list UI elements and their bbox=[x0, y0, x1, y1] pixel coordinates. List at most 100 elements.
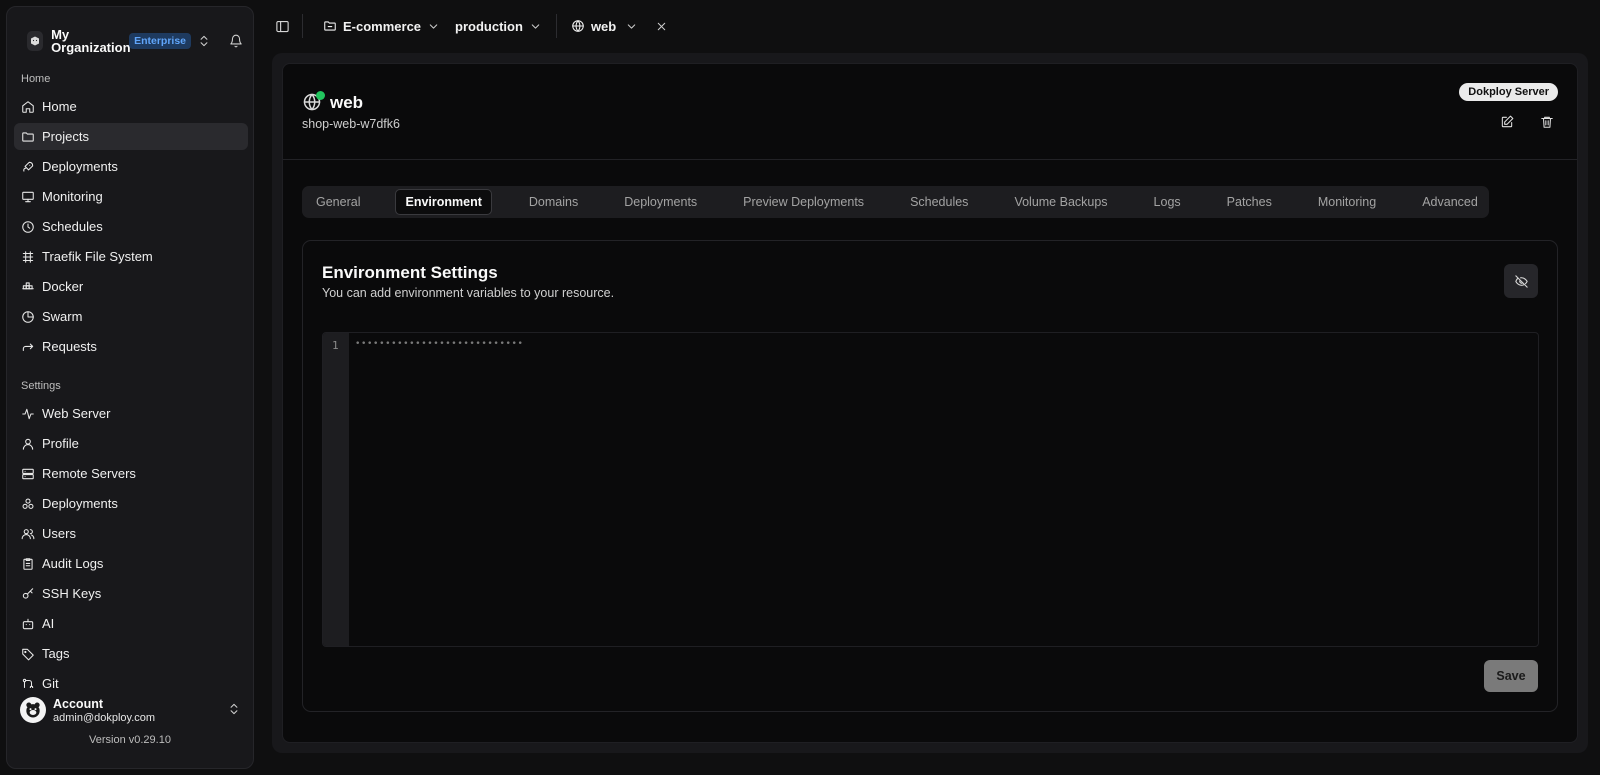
sidebar-item-docker[interactable]: Docker bbox=[14, 273, 248, 300]
sidebar-item-label: Projects bbox=[42, 129, 89, 144]
bell-icon[interactable] bbox=[229, 34, 243, 48]
traefik-icon bbox=[22, 250, 34, 263]
tag-icon bbox=[22, 648, 34, 660]
tab-domains[interactable]: Domains bbox=[520, 189, 587, 215]
line-number: 1 bbox=[332, 339, 339, 352]
status-indicator bbox=[316, 91, 325, 100]
toggle-visibility-button[interactable] bbox=[1504, 264, 1538, 298]
users-icon bbox=[21, 528, 35, 539]
tab-logs[interactable]: Logs bbox=[1145, 189, 1190, 215]
sidebar-toggle-icon[interactable] bbox=[275, 19, 290, 34]
service-header: web bbox=[302, 91, 364, 114]
sidebar-item-audit-logs[interactable]: Audit Logs bbox=[14, 550, 248, 577]
page-title: web bbox=[330, 93, 364, 112]
environment-selector[interactable]: production bbox=[455, 19, 542, 34]
sidebar-item-label: Monitoring bbox=[42, 189, 103, 204]
chevrons-up-down-icon[interactable] bbox=[227, 702, 241, 716]
sidebar-item-users[interactable]: Users bbox=[14, 520, 248, 547]
sidebar-item-label: Audit Logs bbox=[42, 556, 104, 571]
sidebar-item-label: Requests bbox=[42, 339, 97, 354]
tab-preview-deployments[interactable]: Preview Deployments bbox=[734, 189, 873, 215]
sidebar-item-label: Home bbox=[42, 99, 77, 114]
project-name: E-commerce bbox=[343, 18, 422, 34]
swarm-icon bbox=[22, 310, 34, 323]
environment-editor[interactable]: 1 •••••••••••••••••••••••••••• bbox=[322, 332, 1539, 647]
tab-general[interactable]: General bbox=[307, 189, 369, 215]
folder-icon bbox=[22, 131, 34, 142]
sidebar-item-remote-servers[interactable]: Remote Servers bbox=[14, 460, 248, 487]
chevron-down-icon bbox=[627, 23, 636, 29]
project-selector[interactable]: E-commerce bbox=[323, 19, 440, 34]
trash-icon[interactable] bbox=[1540, 115, 1554, 129]
account-email: admin@dokploy.com bbox=[53, 711, 156, 724]
home-nav: Home Projects Deployments Monitoring Sch… bbox=[14, 93, 248, 363]
service-panel: web shop-web-w7dfk6 Dokploy Server Gener… bbox=[282, 63, 1578, 743]
sidebar-item-profile[interactable]: Profile bbox=[14, 430, 248, 457]
environment-description: You can add environment variables to you… bbox=[322, 286, 615, 300]
globe-icon bbox=[302, 91, 325, 114]
sidebar-item-label: Web Server bbox=[42, 406, 111, 421]
org-switcher[interactable]: My Organization Enterprise bbox=[19, 21, 243, 61]
sidebar-item-label: Deployments bbox=[42, 496, 118, 511]
sidebar-item-projects[interactable]: Projects bbox=[14, 123, 248, 150]
main-content: web shop-web-w7dfk6 Dokploy Server Gener… bbox=[272, 53, 1588, 753]
enterprise-badge: Enterprise bbox=[129, 33, 191, 49]
masked-env-content: •••••••••••••••••••••••••••• bbox=[355, 339, 524, 349]
tab-monitoring[interactable]: Monitoring bbox=[1309, 189, 1385, 215]
server-icon bbox=[22, 468, 34, 479]
tab-deployments[interactable]: Deployments bbox=[615, 189, 706, 215]
sidebar-item-settings-deployments[interactable]: Deployments bbox=[14, 490, 248, 517]
activity-icon bbox=[22, 408, 34, 419]
chevrons-up-down-icon[interactable] bbox=[197, 34, 211, 48]
bot-icon bbox=[22, 618, 34, 629]
sidebar-item-requests[interactable]: Requests bbox=[14, 333, 248, 360]
divider bbox=[283, 159, 1577, 160]
sidebar-item-home[interactable]: Home bbox=[14, 93, 248, 120]
org-logo-icon bbox=[27, 31, 44, 51]
sidebar-item-label: Swarm bbox=[42, 309, 83, 324]
sidebar-item-monitoring[interactable]: Monitoring bbox=[14, 183, 248, 210]
settings-nav: Web Server Profile Remote Servers Deploy… bbox=[14, 400, 248, 700]
tab-schedules[interactable]: Schedules bbox=[901, 189, 977, 215]
service-selector[interactable]: web bbox=[571, 19, 638, 34]
folder-icon bbox=[324, 21, 336, 31]
account-menu[interactable]: Account admin@dokploy.com bbox=[7, 688, 253, 732]
tab-volume-backups[interactable]: Volume Backups bbox=[1005, 189, 1116, 215]
tab-advanced[interactable]: Advanced bbox=[1413, 189, 1487, 215]
environment-title: Environment Settings bbox=[322, 263, 498, 282]
sidebar-item-schedules[interactable]: Schedules bbox=[14, 213, 248, 240]
tab-patches[interactable]: Patches bbox=[1218, 189, 1281, 215]
sidebar-item-label: AI bbox=[42, 616, 55, 631]
service-name: web bbox=[590, 18, 617, 34]
app-name: shop-web-w7dfk6 bbox=[302, 117, 400, 131]
user-icon bbox=[22, 438, 34, 450]
editor-gutter: 1 bbox=[323, 333, 349, 646]
tab-environment[interactable]: Environment bbox=[395, 189, 492, 215]
sidebar-item-deployments[interactable]: Deployments bbox=[14, 153, 248, 180]
edit-icon[interactable] bbox=[1500, 115, 1514, 129]
server-badge: Dokploy Server bbox=[1459, 83, 1558, 101]
sidebar-item-traefik[interactable]: Traefik File System bbox=[14, 243, 248, 270]
divider bbox=[555, 14, 557, 38]
sidebar: My Organization Enterprise Home Home Pro… bbox=[6, 6, 254, 769]
settings-section-title: Settings bbox=[21, 380, 61, 392]
account-name: Account bbox=[53, 696, 103, 711]
sidebar-item-label: Tags bbox=[42, 646, 70, 661]
close-icon[interactable] bbox=[655, 20, 668, 33]
home-icon bbox=[22, 100, 34, 113]
top-bar: E-commerce production web bbox=[262, 0, 1600, 52]
chevron-down-icon bbox=[531, 23, 540, 29]
sidebar-item-label: Remote Servers bbox=[42, 466, 136, 481]
home-section-title: Home bbox=[21, 73, 51, 85]
sidebar-item-web-server[interactable]: Web Server bbox=[14, 400, 248, 427]
sidebar-item-label: Deployments bbox=[42, 159, 118, 174]
save-button[interactable]: Save bbox=[1484, 660, 1538, 692]
sidebar-item-label: Docker bbox=[42, 279, 84, 294]
org-name: My Organization bbox=[51, 27, 131, 55]
clipboard-icon bbox=[23, 557, 33, 570]
chevron-down-icon bbox=[429, 23, 438, 29]
sidebar-item-swarm[interactable]: Swarm bbox=[14, 303, 248, 330]
sidebar-item-tags[interactable]: Tags bbox=[14, 640, 248, 667]
sidebar-item-ssh-keys[interactable]: SSH Keys bbox=[14, 580, 248, 607]
sidebar-item-ai[interactable]: AI bbox=[14, 610, 248, 637]
